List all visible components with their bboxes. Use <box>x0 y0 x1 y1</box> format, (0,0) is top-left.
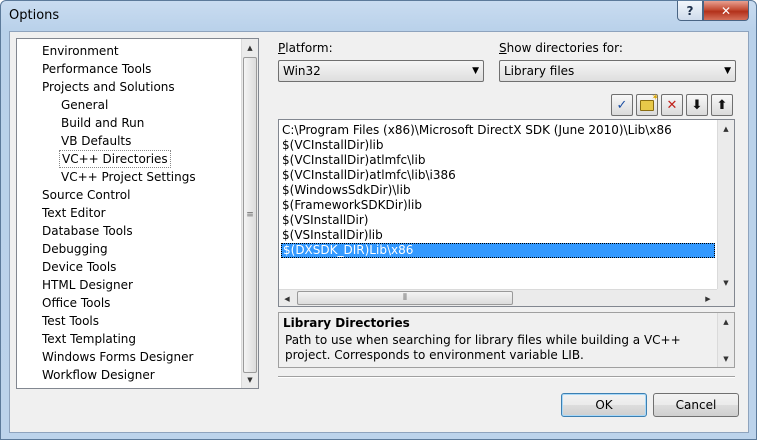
tree-item[interactable]: Debugging <box>40 240 110 258</box>
list-horizontal-scrollbar[interactable]: ◀ ⦀ ▶ <box>279 289 717 306</box>
description-scrollbar[interactable]: ▲ ▼ <box>717 313 734 367</box>
delete-button[interactable]: ✕ <box>661 94 683 116</box>
tree-item[interactable]: Text Templating <box>40 330 138 348</box>
dialog-body: ▲ ≡ ▼ Environment Performance Tools Projec… <box>9 31 749 433</box>
tree-item[interactable]: Test Tools <box>40 312 101 330</box>
tree-item[interactable]: Database Tools <box>40 222 135 240</box>
scrollbar-corner <box>717 289 734 306</box>
directory-row[interactable]: $(VSInstallDir)lib <box>281 228 715 243</box>
description-panel: Library Directories Path to use when sea… <box>278 312 735 368</box>
tree-vertical-scrollbar[interactable]: ▲ ≡ ▼ <box>241 39 258 388</box>
directory-row[interactable]: $(VSInstallDir) <box>281 213 715 228</box>
list-vertical-scrollbar[interactable]: ▲ ▼ <box>717 120 734 291</box>
options-tree[interactable]: ▲ ≡ ▼ Environment Performance Tools Projec… <box>16 38 259 389</box>
platform-label: Platform: <box>278 41 333 55</box>
delete-x-icon: ✕ <box>666 97 678 113</box>
separator <box>278 376 735 378</box>
ok-button[interactable]: OK <box>561 393 647 417</box>
move-down-button[interactable]: ⬇ <box>686 94 708 116</box>
tree-item[interactable]: Performance Tools <box>40 60 153 78</box>
options-dialog: Options ? ✕ ▲ ≡ ▼ Environment Performance… <box>0 0 757 440</box>
platform-select[interactable]: Win32 ▼ <box>278 60 484 82</box>
scroll-up-arrow-icon[interactable]: ▲ <box>718 313 734 330</box>
directory-list[interactable]: ▲ ▼ ◀ ⦀ ▶ C:\Program Files (x86)\Microso… <box>278 119 735 307</box>
new-line-button[interactable]: ✓ <box>611 94 633 116</box>
chevron-down-icon: ▼ <box>724 66 731 76</box>
folder-icon: ✶ <box>640 93 659 111</box>
tree-item[interactable]: Projects and Solutions <box>40 78 177 96</box>
tree-item[interactable]: Text Editor <box>40 204 108 222</box>
tree-scroll-thumb[interactable]: ≡ <box>243 57 257 373</box>
tree-item[interactable]: Environment <box>40 42 121 60</box>
directory-row[interactable]: $(VCInstallDir)lib <box>281 138 715 153</box>
checkmark-icon: ✓ <box>616 97 628 113</box>
tree-item[interactable]: Device Tools <box>40 258 118 276</box>
directory-row[interactable]: C:\Program Files (x86)\Microsoft DirectX… <box>281 123 715 138</box>
tree-item[interactable]: VC++ Project Settings <box>59 168 198 186</box>
cancel-button[interactable]: Cancel <box>653 393 739 417</box>
help-button[interactable]: ? <box>677 1 703 21</box>
tree-item[interactable]: VB Defaults <box>59 132 133 150</box>
sparkle-icon: ✶ <box>651 92 659 103</box>
new-folder-button[interactable]: ✶ <box>636 93 659 116</box>
show-directories-value: Library files <box>504 64 575 78</box>
help-icon: ? <box>686 3 694 18</box>
close-icon: ✕ <box>720 3 732 18</box>
show-directories-select[interactable]: Library files ▼ <box>499 60 736 82</box>
tree-item[interactable]: Windows Forms Designer <box>40 348 195 366</box>
scroll-up-arrow-icon[interactable]: ▲ <box>718 120 734 137</box>
directory-row[interactable]: $(VCInstallDir)atlmfc\lib <box>281 153 715 168</box>
directory-row[interactable]: $(DXSDK_DIR)Lib\x86 <box>281 243 715 258</box>
title-bar[interactable]: Options ? ✕ <box>1 1 756 31</box>
scroll-left-arrow-icon[interactable]: ◀ <box>279 290 295 306</box>
tree-item[interactable]: Office Tools <box>40 294 112 312</box>
tree-item[interactable]: VC++ Directories <box>59 150 171 168</box>
show-directories-label: Show directories for: <box>499 41 623 55</box>
tree-item[interactable]: Source Control <box>40 186 132 204</box>
scroll-up-arrow-icon[interactable]: ▲ <box>242 39 258 56</box>
directory-row[interactable]: $(FrameworkSDKDir)lib <box>281 198 715 213</box>
tree-item[interactable]: Build and Run <box>59 114 146 132</box>
scroll-right-arrow-icon[interactable]: ▶ <box>700 290 716 306</box>
description-text: Path to use when searching for library f… <box>285 333 681 362</box>
description-title: Library Directories <box>283 316 410 330</box>
tree-item[interactable]: HTML Designer <box>40 276 135 294</box>
directory-row[interactable]: $(VCInstallDir)atlmfc\lib\i386 <box>281 168 715 183</box>
directory-row[interactable]: $(WindowsSdkDir)\lib <box>281 183 715 198</box>
move-up-button[interactable]: ⬆ <box>711 94 733 116</box>
list-hscroll-thumb[interactable]: ⦀ <box>297 291 513 305</box>
arrow-down-icon: ⬇ <box>691 97 703 113</box>
arrow-up-icon: ⬆ <box>716 97 728 113</box>
scroll-down-arrow-icon[interactable]: ▼ <box>242 371 258 388</box>
close-button[interactable]: ✕ <box>703 1 749 21</box>
window-title: Options <box>9 8 60 23</box>
chevron-down-icon: ▼ <box>472 66 479 76</box>
tree-item[interactable]: Workflow Designer <box>40 366 157 384</box>
platform-value: Win32 <box>283 64 321 78</box>
tree-item[interactable]: General <box>59 96 110 114</box>
scroll-down-arrow-icon[interactable]: ▼ <box>718 350 734 367</box>
